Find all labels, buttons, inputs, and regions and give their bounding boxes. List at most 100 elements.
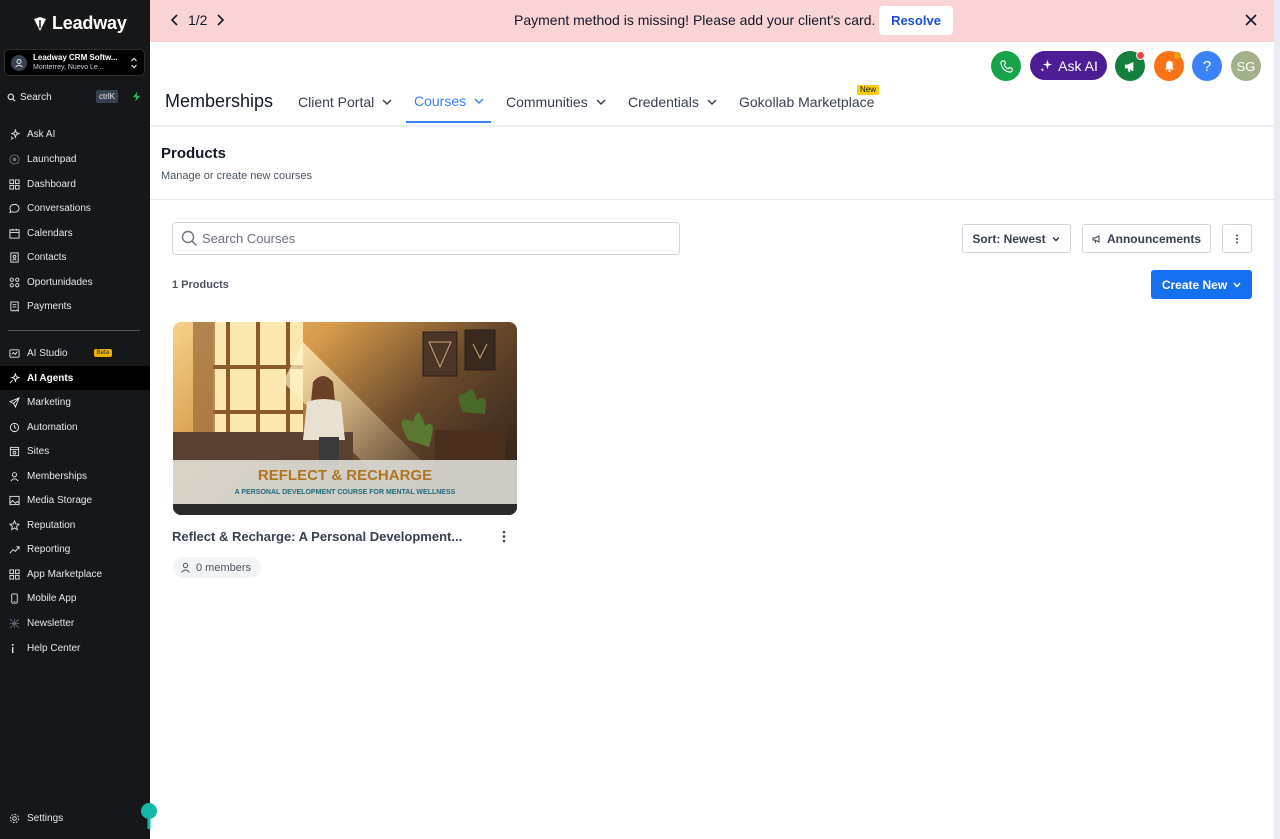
user-avatar[interactable]: SG	[1231, 51, 1261, 81]
tab-courses[interactable]: Courses	[414, 93, 484, 109]
tab-label: Courses	[414, 93, 467, 109]
sidebar-item-sites[interactable]: Sites	[0, 439, 150, 463]
search-input[interactable]	[202, 231, 642, 246]
announcements-button[interactable]: Announcements	[1082, 224, 1211, 253]
sites-icon	[9, 446, 20, 456]
sidebar-search[interactable]: Search ctrlK	[7, 90, 145, 104]
send-icon	[9, 396, 20, 408]
sidebar-item-oportunidades[interactable]: Oportunidades	[0, 270, 150, 294]
sidebar-item-dashboard[interactable]: Dashboard	[0, 172, 150, 196]
sidebar-item-label: Newsletter	[27, 617, 75, 629]
tab-label: Gokollab Marketplace	[739, 94, 875, 110]
sidebar-item-mobile-app[interactable]: Mobile App	[0, 586, 150, 610]
sidebar-item-newsletter[interactable]: Newsletter	[0, 611, 150, 635]
create-new-label: Create New	[1161, 277, 1228, 292]
close-icon[interactable]	[1244, 13, 1258, 27]
banner-message: Payment method is missing! Please add yo…	[514, 12, 876, 28]
sidebar-item-calendars[interactable]: Calendars	[0, 221, 150, 245]
active-tab-indicator	[406, 121, 491, 123]
sidebar-item-settings[interactable]: Settings	[0, 806, 150, 830]
course-thumbnail-image: REFLECT & RECHARGE A PERSONAL DEVELOPMEN…	[173, 322, 517, 515]
sidebar-item-label: Sites	[27, 445, 50, 457]
brand-logo[interactable]: Leadway	[32, 13, 127, 34]
tab-credentials[interactable]: Credentials	[628, 94, 717, 110]
sidebar-item-contacts[interactable]: Contacts	[0, 245, 150, 269]
tab-label: Client Portal	[298, 94, 375, 110]
beta-badge: Beta	[93, 349, 112, 357]
sidebar-item-reporting[interactable]: Reporting	[0, 537, 150, 561]
membership-icon	[10, 471, 19, 481]
search-shortcut: ctrlK	[96, 90, 118, 103]
sort-dropdown[interactable]: Sort: Newest	[962, 224, 1071, 253]
payment-banner: 1/2 Payment method is missing! Please ad…	[150, 0, 1274, 42]
calendar-icon	[9, 228, 20, 239]
account-switcher[interactable]: Leadway CRM Softw... Monterrey, Nuevo Le…	[4, 49, 145, 76]
course-name[interactable]: Reflect & Recharge: A Personal Developme…	[172, 529, 462, 544]
tab-client-portal[interactable]: Client Portal	[298, 94, 392, 110]
account-avatar	[11, 54, 27, 71]
thumbnail-subtitle: A PERSONAL DEVELOPMENT COURSE FOR MENTAL…	[235, 489, 456, 496]
sidebar: Leadway Leadway CRM Softw... Monterrey, …	[0, 0, 157, 839]
apps-icon	[9, 568, 20, 580]
resolve-button[interactable]: Resolve	[879, 6, 953, 35]
quick-action-bolt-icon[interactable]	[131, 91, 142, 102]
sidebar-item-media-storage[interactable]: Media Storage	[0, 488, 150, 512]
sidebar-item-conversations[interactable]: Conversations	[0, 196, 150, 220]
sidebar-item-label: Payments	[27, 300, 72, 312]
account-location: Monterrey, Nuevo Le...	[33, 63, 104, 71]
chevron-right-icon[interactable]	[215, 14, 225, 26]
newsletter-icon	[9, 618, 20, 628]
header-divider	[150, 125, 1274, 127]
sidebar-item-label: Reputation	[27, 519, 76, 531]
sidebar-item-automation[interactable]: Automation	[0, 415, 150, 439]
ask-ai-button[interactable]: Ask AI	[1030, 51, 1107, 80]
sidebar-item-memberships[interactable]: Memberships	[0, 464, 150, 488]
create-new-button[interactable]: Create New	[1151, 270, 1252, 299]
tab-label: Credentials	[628, 94, 699, 110]
sidebar-item-marketing[interactable]: Marketing	[0, 390, 150, 414]
help-button[interactable]: ?	[1192, 51, 1222, 81]
course-menu-icon[interactable]	[500, 529, 508, 544]
sidebar-item-label: Oportunidades	[27, 276, 93, 288]
sidebar-item-label: Dashboard	[27, 178, 76, 190]
sidebar-item-reputation[interactable]: Reputation	[0, 513, 150, 537]
tab-communities[interactable]: Communities	[506, 94, 606, 110]
megaphone-icon	[1092, 234, 1100, 243]
studio-icon	[9, 348, 20, 358]
scrollbar-track[interactable]	[1274, 0, 1280, 839]
section-divider	[150, 199, 1274, 200]
sidebar-item-help-center[interactable]: Help Center	[0, 636, 150, 660]
more-vertical-icon	[1236, 234, 1238, 243]
phone-icon	[999, 59, 1013, 73]
sidebar-item-label: Mobile App	[27, 592, 77, 604]
sidebar-item-launchpad[interactable]: Launchpad	[0, 147, 150, 171]
sidebar-item-ai-agents[interactable]: AI Agents	[0, 366, 150, 390]
sidebar-item-label: Contacts	[27, 251, 67, 263]
page-title: Memberships	[165, 91, 274, 111]
tab-gokollab-marketplace[interactable]: Gokollab Marketplace	[739, 94, 874, 110]
funnel-icon	[9, 277, 20, 287]
collapse-sidebar-icon[interactable]	[140, 801, 158, 829]
sidebar-item-app-marketplace[interactable]: App Marketplace	[0, 562, 150, 586]
members-badge: 0 members	[173, 557, 261, 578]
sidebar-item-payments[interactable]: Payments	[0, 294, 150, 318]
chevron-down-icon	[382, 98, 392, 105]
more-options-button[interactable]	[1222, 224, 1252, 253]
info-icon	[11, 643, 14, 653]
sidebar-item-ai-studio[interactable]: AI Studio Beta	[0, 341, 150, 365]
search-icon	[7, 93, 16, 101]
sparkle-icon	[1040, 59, 1053, 72]
sidebar-item-ask-ai[interactable]: Ask AI	[0, 122, 150, 146]
course-thumbnail[interactable]: REFLECT & RECHARGE A PERSONAL DEVELOPMEN…	[173, 322, 517, 515]
gear-icon	[9, 813, 20, 823]
sidebar-item-label: AI Studio	[27, 347, 68, 359]
notification-dot	[1136, 51, 1145, 60]
account-name: Leadway CRM Softw...	[33, 52, 118, 62]
phone-button[interactable]	[991, 51, 1021, 81]
sidebar-item-label: Settings	[27, 812, 64, 824]
sidebar-item-label: Memberships	[27, 470, 88, 482]
chevron-down-icon	[596, 98, 606, 105]
receipt-icon	[10, 300, 19, 312]
chevron-left-icon[interactable]	[170, 14, 180, 26]
sidebar-item-label: Media Storage	[27, 494, 93, 506]
